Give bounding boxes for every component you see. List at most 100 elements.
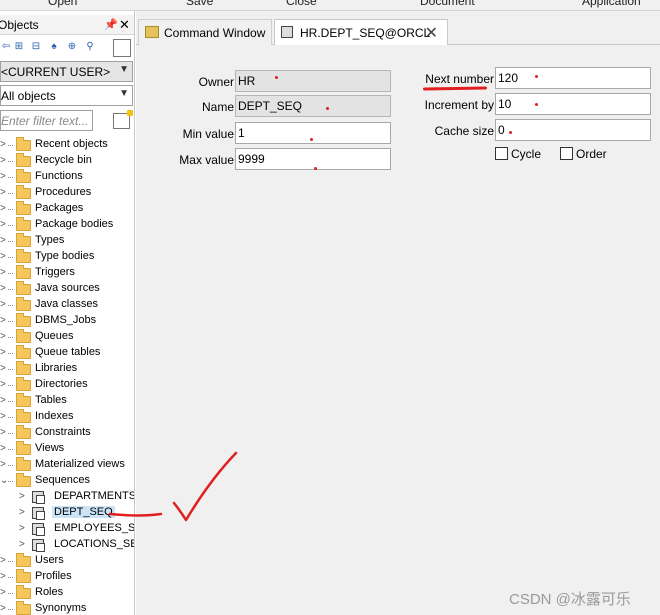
expand-icon[interactable]: >	[0, 155, 6, 166]
tree-item-users[interactable]: > Users	[0, 553, 134, 569]
expand-icon[interactable]: >	[0, 411, 6, 422]
annotation-dot	[326, 107, 329, 110]
expand-icon[interactable]: >	[19, 491, 25, 502]
tree-item-type-bodies[interactable]: > Type bodies	[0, 249, 134, 265]
min-value-label: Min value	[182, 127, 234, 141]
expand-icon[interactable]: >	[0, 187, 6, 198]
tree-item-package-bodies[interactable]: > Package bodies	[0, 217, 134, 233]
tree-item-profiles[interactable]: > Profiles	[0, 569, 134, 585]
tree-item-constraints[interactable]: > Constraints	[0, 425, 134, 441]
expand-icon[interactable]: >	[19, 523, 25, 534]
expand-icon[interactable]: >	[0, 379, 6, 390]
tree-item-java-classes[interactable]: > Java classes	[0, 297, 134, 313]
max-value-field[interactable]: 9999	[235, 148, 391, 170]
tree-item-sequences[interactable]: ⌄ Sequences	[0, 473, 134, 489]
next-number-field[interactable]: 120	[495, 67, 651, 89]
tree-item-dept-seq[interactable]: > DEPT_SEQ	[0, 505, 134, 521]
cache-size-field[interactable]: 0	[495, 119, 651, 141]
folder-icon	[16, 281, 31, 295]
folder-icon	[16, 553, 31, 567]
command-window-icon	[145, 26, 159, 38]
tab-dept-seq[interactable]: HR.DEPT_SEQ@ORCL ✕	[274, 19, 448, 46]
tree-item-libraries[interactable]: > Libraries	[0, 361, 134, 377]
tree-item-functions[interactable]: > Functions	[0, 169, 134, 185]
tree-item-indexes[interactable]: > Indexes	[0, 409, 134, 425]
expand-icon[interactable]: >	[0, 331, 6, 342]
close-icon[interactable]: ✕	[425, 23, 438, 43]
folder-icon	[16, 297, 31, 311]
expand-icon[interactable]: >	[0, 267, 6, 278]
menu-open[interactable]: Open	[48, 0, 77, 8]
expand-icon[interactable]: >	[0, 283, 6, 294]
tree-item-recycle-bin[interactable]: > Recycle bin	[0, 153, 134, 169]
sequence-icon	[32, 491, 45, 504]
increment-by-field[interactable]: 10	[495, 93, 651, 115]
tree-item-packages[interactable]: > Packages	[0, 201, 134, 217]
tree-item-directories[interactable]: > Directories	[0, 377, 134, 393]
tree-item-locations-seq[interactable]: > LOCATIONS_SEQ	[0, 537, 134, 553]
menu-application[interactable]: Application	[582, 0, 641, 8]
expand-icon[interactable]: >	[0, 555, 6, 566]
tree-item-roles[interactable]: > Roles	[0, 585, 134, 601]
expand-icon[interactable]: >	[0, 603, 6, 614]
user-combo[interactable]: <CURRENT USER> ▼	[0, 61, 133, 82]
tree-item-dbms-jobs[interactable]: > DBMS_Jobs	[0, 313, 134, 329]
tree-item-java-sources[interactable]: > Java sources	[0, 281, 134, 297]
pin-icon[interactable]: 📌	[104, 18, 118, 31]
tree-item-employees-seq[interactable]: > EMPLOYEES_SEQ	[0, 521, 134, 537]
expand-icon[interactable]: >	[0, 203, 6, 214]
folder-icon	[16, 425, 31, 439]
filter-input[interactable]: Enter filter text...	[0, 110, 93, 131]
expand-icon[interactable]: >	[0, 347, 6, 358]
expand-icon[interactable]: >	[0, 459, 6, 470]
toolbar-box-button[interactable]	[113, 39, 131, 57]
expand-icon[interactable]: >	[0, 171, 6, 182]
tree-item-views[interactable]: > Views	[0, 441, 134, 457]
expand-icon[interactable]: >	[0, 219, 6, 230]
menu-save[interactable]: Save	[186, 0, 213, 8]
expand-icon[interactable]: >	[0, 571, 6, 582]
tree-item-tables[interactable]: > Tables	[0, 393, 134, 409]
expand-icon[interactable]: >	[0, 427, 6, 438]
filter-options-icon[interactable]: ⚲	[84, 41, 96, 53]
tree-item-queues[interactable]: > Queues	[0, 329, 134, 345]
arrow-icon[interactable]: ⇦	[0, 41, 12, 53]
find-icon[interactable]: ♠	[48, 41, 60, 53]
expand-icon[interactable]: >	[0, 315, 6, 326]
order-checkbox[interactable]	[560, 147, 573, 160]
tree-item-synonyms[interactable]: > Synonyms	[0, 601, 134, 615]
tree-item-procedures[interactable]: > Procedures	[0, 185, 134, 201]
menu-document[interactable]: Document	[420, 0, 475, 8]
new-object-icon[interactable]	[113, 110, 133, 129]
sequence-icon	[32, 539, 45, 552]
menu-close[interactable]: Close	[286, 0, 317, 8]
expand-icon[interactable]: >	[0, 139, 6, 150]
tree-item-recent-objects[interactable]: > Recent objects	[0, 137, 134, 153]
filter-icon[interactable]: ⊕	[66, 41, 78, 53]
expand-icon[interactable]: >	[0, 587, 6, 598]
tab-command-window[interactable]: Command Window	[138, 19, 272, 45]
expand-icon[interactable]: >	[0, 299, 6, 310]
folder-icon	[16, 377, 31, 391]
sequence-icon	[32, 523, 45, 536]
expand-all-icon[interactable]: ⊞	[13, 41, 25, 53]
expand-icon[interactable]: >	[19, 507, 25, 518]
filter-placeholder: Enter filter text...	[1, 114, 89, 128]
tree-item-types[interactable]: > Types	[0, 233, 134, 249]
expand-icon[interactable]: >	[0, 443, 6, 454]
cycle-checkbox[interactable]	[495, 147, 508, 160]
close-icon[interactable]: ✕	[119, 17, 130, 33]
tree-item-materialized-views[interactable]: > Materialized views	[0, 457, 134, 473]
min-value-field[interactable]: 1	[235, 122, 391, 144]
tree-item-departments-seq[interactable]: > DEPARTMENTS_SEQ	[0, 489, 134, 505]
expand-icon[interactable]: >	[0, 251, 6, 262]
expand-icon[interactable]: >	[0, 395, 6, 406]
tree-connector	[8, 273, 13, 274]
expand-icon[interactable]: >	[0, 235, 6, 246]
expand-icon[interactable]: >	[19, 539, 25, 550]
tree-item-queue-tables[interactable]: > Queue tables	[0, 345, 134, 361]
collapse-all-icon[interactable]: ⊟	[30, 41, 42, 53]
tree-item-triggers[interactable]: > Triggers	[0, 265, 134, 281]
objects-combo[interactable]: All objects ▼	[0, 85, 133, 106]
expand-icon[interactable]: >	[0, 363, 6, 374]
